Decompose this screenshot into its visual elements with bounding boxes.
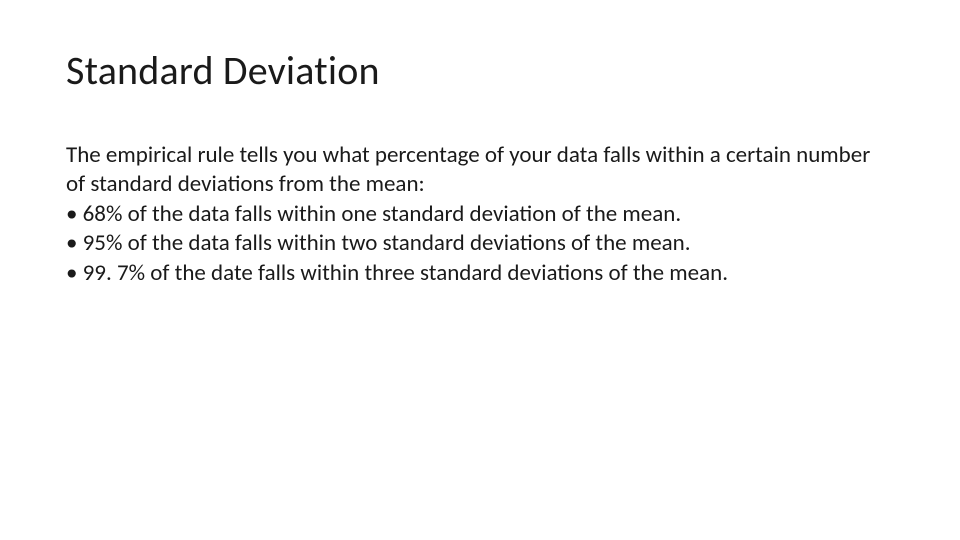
page-title: Standard Deviation <box>66 46 894 95</box>
intro-text: The empirical rule tells you what percen… <box>66 141 894 200</box>
body-content: The empirical rule tells you what percen… <box>66 141 894 288</box>
bullet-item: • 68% of the data falls within one stand… <box>66 200 894 229</box>
slide-container: Standard Deviation The empirical rule te… <box>0 0 960 540</box>
bullet-item: • 95% of the data falls within two stand… <box>66 229 894 258</box>
bullet-item: • 99. 7% of the date falls within three … <box>66 259 894 288</box>
